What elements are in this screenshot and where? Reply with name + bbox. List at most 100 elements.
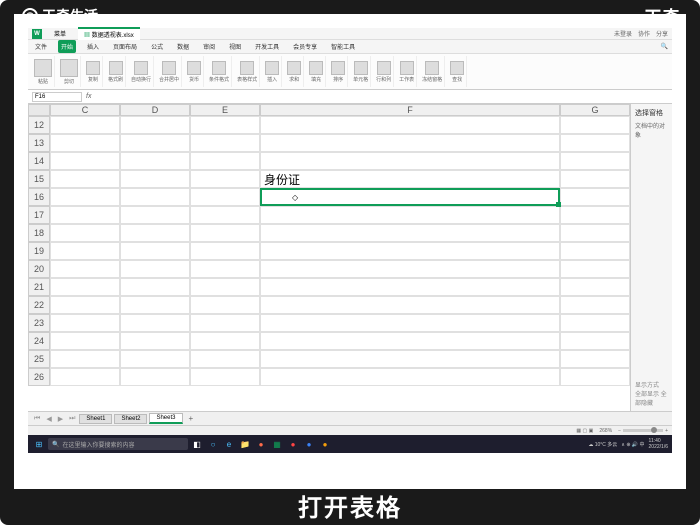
cell-F20[interactable] (260, 260, 560, 278)
sheet-nav-last[interactable]: ⏭ (67, 415, 77, 423)
menu-button[interactable]: 菜单 (48, 28, 72, 39)
ribbon-填充[interactable]: 填充 (307, 56, 326, 87)
cell-G25[interactable] (560, 350, 630, 368)
cell-G13[interactable] (560, 134, 630, 152)
cell-G22[interactable] (560, 296, 630, 314)
ribbon-货币[interactable]: 货币 (185, 56, 204, 87)
cell-F23[interactable] (260, 314, 560, 332)
cell-F12[interactable] (260, 116, 560, 134)
row-header-26[interactable]: 26 (28, 368, 50, 386)
app-icon-2[interactable]: ● (302, 437, 316, 451)
menu-开始[interactable]: 开始 (58, 40, 76, 53)
cell-D18[interactable] (120, 224, 190, 242)
sheet-tab-Sheet1[interactable]: Sheet1 (79, 414, 112, 424)
cell-E19[interactable] (190, 242, 260, 260)
menu-审阅[interactable]: 审阅 (200, 40, 218, 53)
cell-G23[interactable] (560, 314, 630, 332)
browser-icon[interactable]: ● (254, 437, 268, 451)
cell-D12[interactable] (120, 116, 190, 134)
cell-C20[interactable] (50, 260, 120, 278)
cell-E12[interactable] (190, 116, 260, 134)
menu-公式[interactable]: 公式 (148, 40, 166, 53)
cell-F17[interactable] (260, 206, 560, 224)
cell-G19[interactable] (560, 242, 630, 260)
sheet-tab-Sheet2[interactable]: Sheet2 (114, 414, 147, 424)
ribbon-条件格式[interactable]: 条件格式 (207, 56, 232, 87)
ribbon-求和[interactable]: 求和 (285, 56, 304, 87)
ribbon-单元格[interactable]: 单元格 (351, 56, 371, 87)
cell-D20[interactable] (120, 260, 190, 278)
cell-C13[interactable] (50, 134, 120, 152)
row-header-25[interactable]: 25 (28, 350, 50, 368)
cell-D17[interactable] (120, 206, 190, 224)
select-all-corner[interactable] (28, 104, 50, 116)
sheet-nav-first[interactable]: ⏮ (32, 415, 42, 423)
wps-icon[interactable]: ▦ (270, 437, 284, 451)
add-sheet-button[interactable]: + (185, 414, 198, 423)
cell-D15[interactable] (120, 170, 190, 188)
cell-G26[interactable] (560, 368, 630, 386)
cell-G18[interactable] (560, 224, 630, 242)
cell-E15[interactable] (190, 170, 260, 188)
cell-E18[interactable] (190, 224, 260, 242)
cell-C23[interactable] (50, 314, 120, 332)
cell-E17[interactable] (190, 206, 260, 224)
cell-C18[interactable] (50, 224, 120, 242)
row-header-12[interactable]: 12 (28, 116, 50, 134)
ribbon-复制[interactable]: 复制 (84, 56, 103, 87)
cell-C17[interactable] (50, 206, 120, 224)
grid-main[interactable]: CDEFG 12131415身份证16◇17181920212223242526 (28, 104, 630, 411)
cell-F18[interactable] (260, 224, 560, 242)
share-button[interactable]: 分享 (656, 29, 668, 38)
search-help[interactable]: 🔍 (661, 43, 668, 50)
taskbar-search[interactable]: 🔍 在这里输入你要搜索的内容 (48, 438, 188, 450)
app-icon[interactable]: ● (286, 437, 300, 451)
cell-C14[interactable] (50, 152, 120, 170)
cortana-icon[interactable]: ○ (206, 437, 220, 451)
login-status[interactable]: 未登录 (614, 29, 632, 38)
menu-开发工具[interactable]: 开发工具 (252, 40, 282, 53)
cell-E22[interactable] (190, 296, 260, 314)
ribbon-冻结窗格[interactable]: 冻结窗格 (420, 56, 445, 87)
row-header-18[interactable]: 18 (28, 224, 50, 242)
cell-G17[interactable] (560, 206, 630, 224)
cell-G24[interactable] (560, 332, 630, 350)
grid-body[interactable]: 12131415身份证16◇17181920212223242526 (28, 116, 630, 386)
cell-G15[interactable] (560, 170, 630, 188)
ribbon-粘贴[interactable]: 粘贴 (32, 56, 55, 87)
ribbon-格式刷[interactable]: 格式刷 (106, 56, 126, 87)
row-header-15[interactable]: 15 (28, 170, 50, 188)
menu-智能工具[interactable]: 智能工具 (328, 40, 358, 53)
cell-C12[interactable] (50, 116, 120, 134)
cell-D13[interactable] (120, 134, 190, 152)
cell-E26[interactable] (190, 368, 260, 386)
cell-F15[interactable]: 身份证 (260, 170, 560, 188)
cell-C25[interactable] (50, 350, 120, 368)
cell-C24[interactable] (50, 332, 120, 350)
cell-E13[interactable] (190, 134, 260, 152)
edge-icon[interactable]: e (222, 437, 236, 451)
row-header-20[interactable]: 20 (28, 260, 50, 278)
cell-D25[interactable] (120, 350, 190, 368)
menu-数据[interactable]: 数据 (174, 40, 192, 53)
system-tray[interactable]: ☁ 10°C 多云 ∧ ⊕ 🔊 中 11:402022/1/6 (588, 438, 668, 450)
cell-D14[interactable] (120, 152, 190, 170)
cell-C22[interactable] (50, 296, 120, 314)
cell-E23[interactable] (190, 314, 260, 332)
name-box[interactable]: F16 (32, 92, 82, 102)
row-header-22[interactable]: 22 (28, 296, 50, 314)
ribbon-查找[interactable]: 查找 (448, 56, 467, 87)
cell-E24[interactable] (190, 332, 260, 350)
cell-D16[interactable] (120, 188, 190, 206)
row-header-21[interactable]: 21 (28, 278, 50, 296)
cell-D26[interactable] (120, 368, 190, 386)
cell-D21[interactable] (120, 278, 190, 296)
row-header-24[interactable]: 24 (28, 332, 50, 350)
col-header-E[interactable]: E (190, 104, 260, 116)
zoom-slider[interactable]: −+ (618, 428, 668, 434)
menu-页面布局[interactable]: 页面布局 (110, 40, 140, 53)
cell-F26[interactable] (260, 368, 560, 386)
cell-C21[interactable] (50, 278, 120, 296)
col-header-G[interactable]: G (560, 104, 630, 116)
row-header-23[interactable]: 23 (28, 314, 50, 332)
